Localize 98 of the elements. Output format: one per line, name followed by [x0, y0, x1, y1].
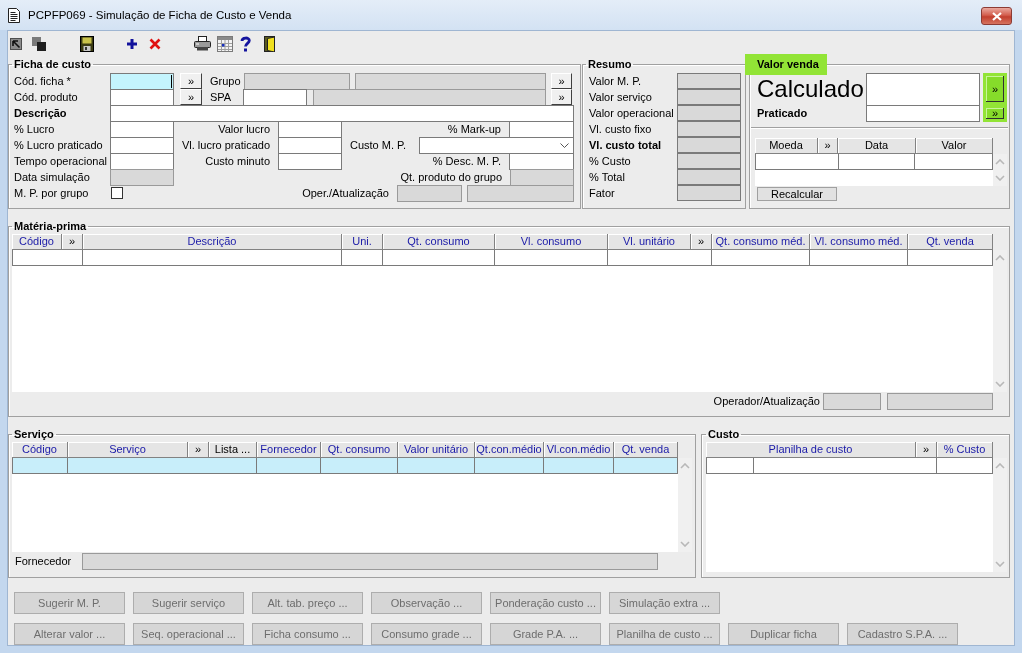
checkbox[interactable] [111, 187, 123, 199]
column-header[interactable]: Qt. venda [908, 234, 993, 250]
table-cell [706, 458, 754, 473]
chevron-down-icon[interactable] [560, 143, 569, 148]
recalculate-button[interactable]: Recalcular [757, 187, 837, 201]
table-cell [12, 250, 83, 265]
field-label: Valor M. P. [588, 74, 643, 89]
lookup-button[interactable]: » [983, 105, 1007, 122]
field-label: Fornecedor [14, 554, 73, 569]
column-header[interactable]: Data [838, 138, 916, 154]
field-label: Tempo operacional [13, 154, 108, 169]
group-title: Matéria-prima [13, 220, 88, 233]
field-label: Custo M. P. [349, 138, 408, 153]
column-header[interactable]: Valor [916, 138, 993, 154]
column-header[interactable]: % Custo [937, 442, 993, 458]
field-label: Vl. custo fixo [588, 122, 653, 137]
field-label: Grupo [209, 74, 242, 89]
field-label: Calculado [756, 74, 865, 104]
column-header[interactable]: Qt. consumo [383, 234, 495, 250]
field-label: M. P. por grupo [13, 186, 90, 201]
close-button[interactable] [981, 7, 1012, 25]
arrow-icon[interactable] [10, 37, 22, 50]
input-field[interactable] [866, 73, 980, 106]
field-label: Cód. produto [13, 90, 79, 105]
field-label: % Mark-up [446, 122, 502, 137]
column-header[interactable]: » [818, 138, 838, 154]
input-field[interactable] [110, 105, 574, 122]
column-header[interactable]: Código [12, 234, 62, 250]
field-label: % Desc. M. P. [431, 154, 502, 169]
group-title: Serviço [13, 428, 55, 441]
column-header[interactable]: Uni. [342, 234, 383, 250]
lookup-button[interactable]: » [983, 73, 1007, 105]
field-label: Cód. ficha * [13, 74, 72, 89]
field-label: Vl. custo total [588, 138, 663, 153]
lookup-button[interactable]: » [180, 73, 202, 89]
column-header[interactable]: Vl.con.médio [544, 442, 614, 458]
column-header[interactable]: Fornecedor [257, 442, 321, 458]
lookup-button[interactable]: » [180, 89, 202, 105]
column-header[interactable]: Descrição [83, 234, 342, 250]
field-label: Valor operacional [588, 106, 675, 121]
field-label: Vl. lucro praticado [180, 138, 271, 153]
table-row[interactable] [12, 458, 678, 474]
table-row[interactable] [706, 458, 993, 474]
column-header[interactable]: Qt. consumo [321, 442, 398, 458]
save-icon[interactable] [80, 35, 94, 52]
column-header[interactable]: Lista ... [209, 442, 257, 458]
field-label: Data simulação [13, 170, 91, 185]
input-field[interactable] [866, 105, 980, 122]
field-label: % Lucro praticado [13, 138, 104, 153]
field-label: Descrição [13, 106, 68, 121]
lookup-button[interactable]: » [551, 73, 572, 89]
column-header[interactable]: Código [12, 442, 68, 458]
column-header[interactable]: Qt. venda [614, 442, 678, 458]
column-header[interactable]: » [916, 442, 937, 458]
column-header[interactable]: » [62, 234, 83, 250]
printer-icon[interactable] [194, 36, 211, 51]
column-header[interactable]: » [691, 234, 712, 250]
field-label: Qt. produto do grupo [399, 170, 503, 185]
squares-icon[interactable] [32, 36, 46, 51]
column-header[interactable]: Vl. unitário [608, 234, 691, 250]
field-label: % Lucro [13, 122, 56, 137]
close-icon[interactable] [991, 11, 1002, 21]
column-header[interactable]: Serviço [68, 442, 188, 458]
column-header[interactable]: Vl. consumo méd. [810, 234, 908, 250]
group-title: Resumo [587, 58, 633, 71]
column-header[interactable]: Qt. consumo méd. [712, 234, 810, 250]
document-icon [8, 7, 20, 23]
help-icon[interactable] [240, 35, 251, 52]
input-field[interactable] [278, 153, 342, 170]
column-header[interactable]: Valor unitário [398, 442, 475, 458]
lookup-button[interactable]: » [551, 89, 572, 105]
column-header[interactable]: Vl. consumo [495, 234, 608, 250]
table-row[interactable] [755, 154, 993, 170]
field-label: Operador/Atualização [713, 394, 821, 409]
column-header[interactable]: Planilha de custo [706, 442, 916, 458]
column-header[interactable]: » [188, 442, 209, 458]
field-label: Valor lucro [217, 122, 271, 137]
field-label: % Total [588, 170, 626, 185]
dropdown[interactable] [419, 137, 574, 154]
plus-icon[interactable] [127, 38, 137, 49]
table-cell [12, 458, 68, 473]
column-header[interactable]: Moeda [755, 138, 818, 154]
group-title: Ficha de custo [13, 58, 93, 71]
door-icon[interactable] [264, 35, 278, 52]
window-title: PCPFP069 - Simulação de Ficha de Custo e Venda [28, 8, 292, 22]
table-row[interactable] [12, 250, 993, 266]
column-header[interactable]: Qt.con.médio [475, 442, 544, 458]
group-title: Custo [707, 428, 741, 441]
field-label: Custo minuto [204, 154, 271, 169]
field-label: % Custo [588, 154, 632, 169]
field-label: Valor serviço [588, 90, 653, 105]
calendar-icon[interactable] [217, 35, 233, 52]
field-label: SPA [209, 90, 233, 105]
input-field[interactable] [509, 121, 574, 138]
field-label: Praticado [756, 106, 809, 121]
field-label: Fator [588, 186, 616, 201]
field-label: Oper./Atualização [301, 186, 390, 201]
x-mark-icon[interactable] [149, 37, 161, 50]
